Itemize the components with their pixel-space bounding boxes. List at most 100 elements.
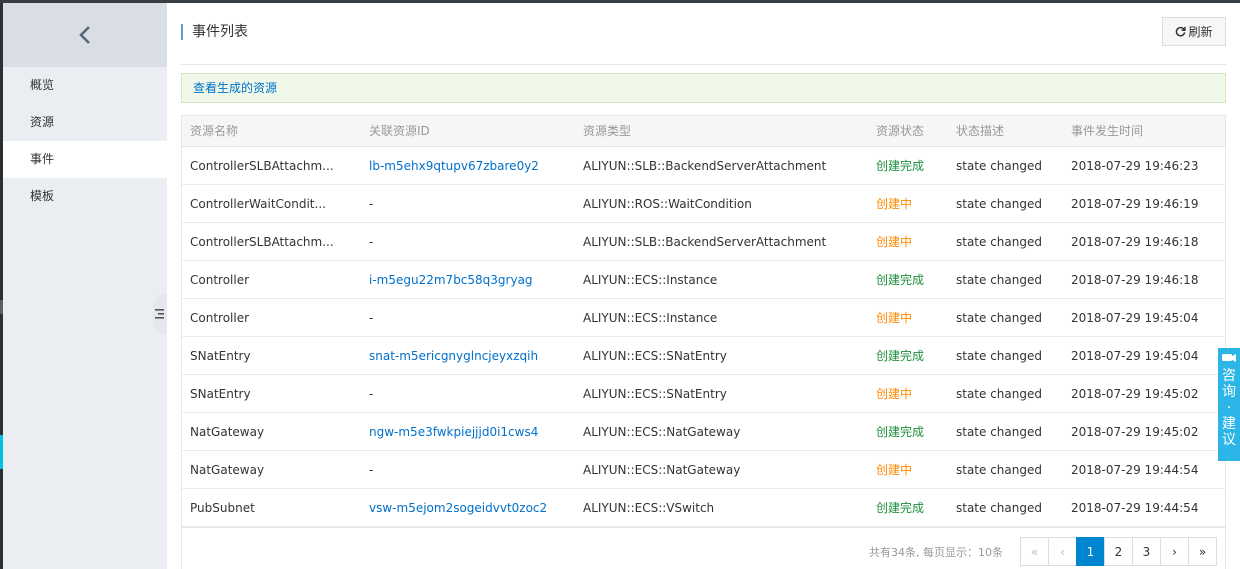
- resource-id-cell: -: [369, 462, 374, 477]
- page-prev-button[interactable]: ‹: [1048, 537, 1077, 566]
- resource-type-cell: ALIYUN::SLB::BackendServerAttachment: [583, 158, 827, 173]
- resource-id-cell: -: [369, 386, 374, 401]
- resource-type-cell: ALIYUN::ECS::SNatEntry: [583, 348, 727, 363]
- resource-status-cell: 创建完成: [876, 425, 925, 439]
- list-toggle-icon: [155, 309, 164, 319]
- column-header-resource-id: 关联资源ID: [369, 124, 430, 138]
- page-title: 事件列表: [181, 24, 248, 40]
- event-time-cell: 2018-07-29 19:45:04: [1071, 348, 1199, 363]
- event-time-cell: 2018-07-29 19:44:54: [1071, 500, 1199, 515]
- page-2-button[interactable]: 2: [1104, 537, 1133, 566]
- event-time-cell: 2018-07-29 19:46:23: [1071, 158, 1199, 173]
- consult-feedback-button[interactable]: 咨询·建议: [1218, 348, 1240, 461]
- page-last-button[interactable]: »: [1188, 537, 1217, 566]
- resource-type-cell: ALIYUN::ECS::SNatEntry: [583, 386, 727, 401]
- table-footer: 共有34条, 每页显示：10条 « ‹ 1 2 3 › »: [181, 527, 1226, 569]
- resource-id-cell[interactable]: i-m5egu22m7bc58q3gryag: [361, 273, 575, 287]
- status-description-cell: state changed: [956, 158, 1042, 173]
- page-3-button[interactable]: 3: [1132, 537, 1161, 566]
- event-time-cell: 2018-07-29 19:46:18: [1071, 272, 1199, 287]
- refresh-icon: [1176, 26, 1187, 37]
- column-header-status: 资源状态: [876, 124, 925, 138]
- resource-name-cell: SNatEntry: [190, 348, 251, 363]
- resource-id-cell: -: [369, 196, 374, 211]
- resource-name-cell: PubSubnet: [190, 500, 255, 515]
- status-description-cell: state changed: [956, 462, 1042, 477]
- status-description-cell: state changed: [956, 272, 1042, 287]
- table-row: ControllerWaitCondit... - ALIYUN::ROS::Wai…: [182, 185, 1225, 223]
- table-header: 资源名称 关联资源ID 资源类型 资源状态 状态描述 事件发生时间: [182, 116, 1225, 147]
- status-description-cell: state changed: [956, 310, 1042, 325]
- table-row: ControllerSLBAttachm... - ALIYUN::SLB::Bac…: [182, 223, 1225, 261]
- resource-id-cell[interactable]: ngw-m5e3fwkpiejjjd0i1cws4: [361, 425, 575, 439]
- events-table: 资源名称 关联资源ID 资源类型 资源状态 状态描述 事件发生时间 Contro…: [181, 115, 1226, 528]
- status-description-cell: state changed: [956, 500, 1042, 515]
- chevron-left-icon: [79, 26, 90, 44]
- status-description-cell: state changed: [956, 424, 1042, 439]
- table-row: SNatEntry - ALIYUN::ECS::SNatEntry 创建中 state…: [182, 375, 1225, 413]
- resource-name-cell: NatGateway: [190, 424, 265, 439]
- event-time-cell: 2018-07-29 19:45:04: [1071, 310, 1199, 325]
- page-next-button[interactable]: ›: [1160, 537, 1189, 566]
- resource-status-cell: 创建中: [876, 463, 913, 477]
- resource-id-cell[interactable]: lb-m5ehx9qtupv67zbare0y2: [361, 159, 575, 173]
- resource-status-cell: 创建完成: [876, 273, 925, 287]
- event-time-cell: 2018-07-29 19:46:18: [1071, 234, 1199, 249]
- resource-type-cell: ALIYUN::ECS::Instance: [583, 272, 718, 287]
- resource-status-cell: 创建完成: [876, 159, 925, 173]
- resource-status-cell: 创建完成: [876, 501, 925, 515]
- resource-status-cell: 创建中: [876, 235, 913, 249]
- resource-status-cell: 创建完成: [876, 349, 925, 363]
- resource-status-cell: 创建中: [876, 387, 913, 401]
- resource-notice: 查看生成的资源: [181, 73, 1226, 103]
- sidebar: 概览 资源 事件 模板: [3, 3, 167, 569]
- status-description-cell: state changed: [956, 234, 1042, 249]
- resource-name-cell: SNatEntry: [190, 386, 251, 401]
- resource-id-cell: -: [369, 310, 374, 325]
- status-description-cell: state changed: [956, 386, 1042, 401]
- resource-type-cell: ALIYUN::ECS::Instance: [583, 310, 718, 325]
- table-row: Controller - ALIYUN::ECS::Instance 创建中 state…: [182, 299, 1225, 337]
- table-row: NatGateway ngw-m5e3fwkpiejjjd0i1cws4 ALIYU…: [182, 413, 1225, 451]
- column-header-description: 状态描述: [956, 124, 1005, 138]
- status-description-cell: state changed: [956, 348, 1042, 363]
- resource-type-cell: ALIYUN::ROS::WaitCondition: [583, 196, 752, 211]
- page-first-button[interactable]: «: [1020, 537, 1049, 566]
- event-time-cell: 2018-07-29 19:44:54: [1071, 462, 1199, 477]
- pagination: « ‹ 1 2 3 › »: [1020, 537, 1217, 566]
- view-resources-link[interactable]: 查看生成的资源: [193, 81, 277, 95]
- sidebar-item-overview[interactable]: 概览: [3, 67, 167, 104]
- sidebar-item-events[interactable]: 事件: [3, 141, 167, 178]
- pagination-summary: 共有34条, 每页显示：10条: [869, 546, 1003, 559]
- resource-id-cell[interactable]: vsw-m5ejom2sogeidvvt0zoc2: [361, 501, 575, 515]
- sidebar-nav: 概览 资源 事件 模板: [3, 67, 167, 215]
- event-time-cell: 2018-07-29 19:46:19: [1071, 196, 1199, 211]
- sidebar-item-templates[interactable]: 模板: [3, 178, 167, 215]
- status-description-cell: state changed: [956, 196, 1042, 211]
- column-header-time: 事件发生时间: [1071, 124, 1144, 138]
- resource-type-cell: ALIYUN::ECS::NatGateway: [583, 424, 741, 439]
- column-header-type: 资源类型: [583, 124, 632, 138]
- page-header: 事件列表 刷新: [181, 3, 1226, 65]
- sidebar-item-resources[interactable]: 资源: [3, 104, 167, 141]
- resource-type-cell: ALIYUN::ECS::NatGateway: [583, 462, 741, 477]
- resource-name-cell: Controller: [190, 272, 250, 287]
- resource-id-cell[interactable]: snat-m5ericgnyglncjeyxzqih: [361, 349, 575, 363]
- consult-label: 咨询·建议: [1222, 368, 1236, 448]
- column-header-name: 资源名称: [190, 124, 239, 138]
- refresh-button[interactable]: 刷新: [1162, 17, 1226, 46]
- page-1-button[interactable]: 1: [1076, 537, 1105, 566]
- table-row: ControllerSLBAttachm... lb-m5ehx9qtupv67z…: [182, 147, 1225, 185]
- event-time-cell: 2018-07-29 19:45:02: [1071, 386, 1199, 401]
- resource-name-cell: ControllerWaitCondit...: [190, 196, 326, 211]
- resource-name-cell: ControllerSLBAttachm...: [190, 234, 334, 249]
- sidebar-toggle-button[interactable]: [153, 293, 167, 335]
- table-row: PubSubnet vsw-m5ejom2sogeidvvt0zoc2 ALIYUN…: [182, 489, 1225, 527]
- resource-name-cell: ControllerSLBAttachm...: [190, 158, 334, 173]
- resource-type-cell: ALIYUN::ECS::VSwitch: [583, 500, 715, 515]
- resource-name-cell: Controller: [190, 310, 250, 325]
- refresh-label: 刷新: [1188, 25, 1213, 39]
- back-button[interactable]: [3, 3, 167, 67]
- table-row: SNatEntry snat-m5ericgnyglncjeyxzqih ALIYU…: [182, 337, 1225, 375]
- resource-name-cell: NatGateway: [190, 462, 265, 477]
